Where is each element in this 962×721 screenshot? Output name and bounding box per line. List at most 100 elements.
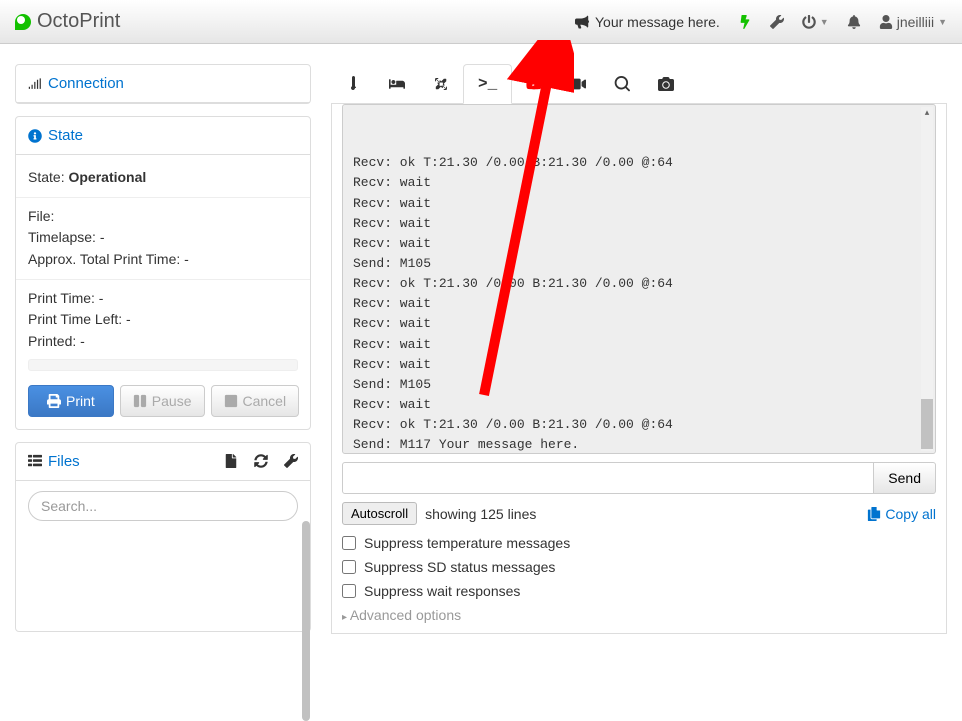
print-icon — [47, 394, 61, 408]
terminal-line: Recv: wait — [353, 395, 925, 415]
username: jneilliii — [897, 14, 934, 30]
camera-icon — [658, 76, 674, 92]
copy-icon — [867, 507, 881, 521]
video-icon — [570, 76, 586, 92]
announcement-text: Your message here. — [595, 14, 720, 30]
connection-panel-heading[interactable]: Connection — [16, 65, 310, 103]
list-icon — [28, 454, 42, 468]
suppress-temp-checkbox[interactable]: Suppress temperature messages — [342, 535, 936, 551]
bell-icon — [847, 15, 861, 29]
terminal-line: Send: M105 — [353, 375, 925, 395]
terminal-line: Recv: wait — [353, 194, 925, 214]
scroll-up-icon[interactable]: ▴ — [921, 107, 933, 119]
line-count: showing 125 lines — [425, 506, 536, 522]
announcement[interactable]: Your message here. — [575, 14, 720, 30]
tab-terminal[interactable]: >_ — [463, 64, 512, 104]
files-search-input[interactable] — [28, 491, 298, 521]
terminal-line: Send: M105 — [353, 254, 925, 274]
tab-bar: >_ — [331, 64, 947, 104]
suppress-sd-checkbox[interactable]: Suppress SD status messages — [342, 559, 936, 575]
terminal-line: Recv: ok T:21.30 /0.00 B:21.30 /0.00 @:6… — [353, 274, 925, 294]
refresh-icon[interactable] — [254, 454, 268, 468]
user-icon — [879, 15, 893, 29]
tab-temperature[interactable] — [331, 64, 375, 103]
tab-video[interactable] — [556, 64, 600, 103]
advanced-options-toggle[interactable]: Advanced options — [342, 607, 936, 623]
files-title: Files — [48, 453, 80, 470]
terminal-line: Recv: ok T:21.30 /0.00 B:21.30 /0.00 @:6… — [353, 415, 925, 435]
cancel-button: Cancel — [211, 385, 300, 417]
pause-icon — [133, 394, 147, 408]
state-panel-heading[interactable]: State — [16, 117, 310, 155]
stop-icon — [224, 394, 238, 408]
state-buttons: Print Pause Cancel — [28, 385, 298, 417]
user-menu[interactable]: jneilliii ▼ — [879, 14, 947, 30]
sidebar: Connection State State: Operational File… — [15, 64, 311, 644]
power-icon — [802, 15, 816, 29]
terminal-line: Recv: ok T:21.30 /0.00 B:21.30 /0.00 @:6… — [353, 153, 925, 173]
autoscroll-button[interactable]: Autoscroll — [342, 502, 417, 525]
state-panel: State State: Operational File: Timelapse… — [15, 116, 311, 430]
file-icon[interactable] — [224, 454, 238, 468]
pause-button: Pause — [120, 385, 205, 417]
caret-down-icon: ▼ — [820, 17, 829, 27]
files-scrollbar[interactable] — [302, 521, 310, 631]
main: >_ Recv: ok T:21.30 /0.00 B:21.30 /0.00 … — [331, 64, 947, 644]
connection-panel: Connection — [15, 64, 311, 104]
brand-text: OctoPrint — [37, 10, 120, 33]
terminal-line: Recv: wait — [353, 294, 925, 314]
state-approx-time: Approx. Total Print Time: - — [28, 249, 298, 271]
copy-all-link[interactable]: Copy all — [867, 506, 936, 522]
state-printtime: Print Time: - — [28, 288, 298, 310]
state-timelapse: Timelapse: - — [28, 227, 298, 249]
terminal-line: Recv: wait — [353, 234, 925, 254]
tab-bed[interactable] — [375, 64, 419, 103]
connection-title: Connection — [48, 75, 124, 92]
state-body: State: Operational File: Timelapse: - Ap… — [16, 155, 310, 429]
terminal-output[interactable]: Recv: ok T:21.30 /0.00 B:21.30 /0.00 @:6… — [342, 104, 936, 454]
signal-icon — [28, 77, 42, 91]
settings-button[interactable] — [770, 15, 784, 29]
state-status: State: Operational — [28, 167, 298, 189]
tab-youtube[interactable] — [512, 64, 556, 103]
terminal-icon: >_ — [478, 75, 497, 93]
terminal-line: Recv: wait — [353, 314, 925, 334]
connection-status-icon[interactable] — [738, 15, 752, 29]
main-container: Connection State State: Operational File… — [0, 44, 962, 644]
wrench-icon[interactable] — [284, 454, 298, 468]
caret-down-icon: ▼ — [938, 17, 947, 27]
command-input[interactable] — [342, 462, 874, 494]
bullhorn-icon — [575, 15, 589, 29]
move-icon — [433, 76, 449, 92]
terminal-line: Send: M117 Your message here. — [353, 435, 925, 454]
state-file: File: — [28, 206, 298, 228]
terminal-line: Recv: wait — [353, 335, 925, 355]
brand[interactable]: OctoPrint — [15, 10, 120, 33]
info-icon — [28, 129, 42, 143]
state-printtimeleft: Print Time Left: - — [28, 309, 298, 331]
bed-icon — [389, 76, 405, 92]
files-panel: Files — [15, 442, 311, 632]
tab-search[interactable] — [600, 64, 644, 103]
terminal-line: Recv: wait — [353, 173, 925, 193]
system-menu[interactable]: ▼ — [802, 15, 829, 29]
navbar: OctoPrint Your message here. ▼ jneilliii… — [0, 0, 962, 44]
tab-control[interactable] — [419, 64, 463, 103]
search-icon — [614, 76, 630, 92]
suppress-options: Suppress temperature messages Suppress S… — [342, 535, 936, 599]
tab-camera[interactable] — [644, 64, 688, 103]
youtube-icon — [526, 76, 542, 92]
state-title: State — [48, 127, 83, 144]
terminal-panel: Recv: ok T:21.30 /0.00 B:21.30 /0.00 @:6… — [331, 104, 947, 634]
notifications-button[interactable] — [847, 15, 861, 29]
navbar-right: Your message here. ▼ jneilliii ▼ — [575, 14, 947, 30]
terminal-meta: Autoscroll showing 125 lines Copy all — [342, 502, 936, 525]
terminal-scrollbar[interactable]: ▴ — [921, 107, 933, 451]
files-panel-heading[interactable]: Files — [16, 443, 310, 481]
suppress-wait-checkbox[interactable]: Suppress wait responses — [342, 583, 936, 599]
terminal-line: Recv: wait — [353, 355, 925, 375]
print-button[interactable]: Print — [28, 385, 114, 417]
thermometer-icon — [345, 76, 361, 92]
send-button[interactable]: Send — [874, 462, 936, 494]
terminal-line: Recv: wait — [353, 214, 925, 234]
